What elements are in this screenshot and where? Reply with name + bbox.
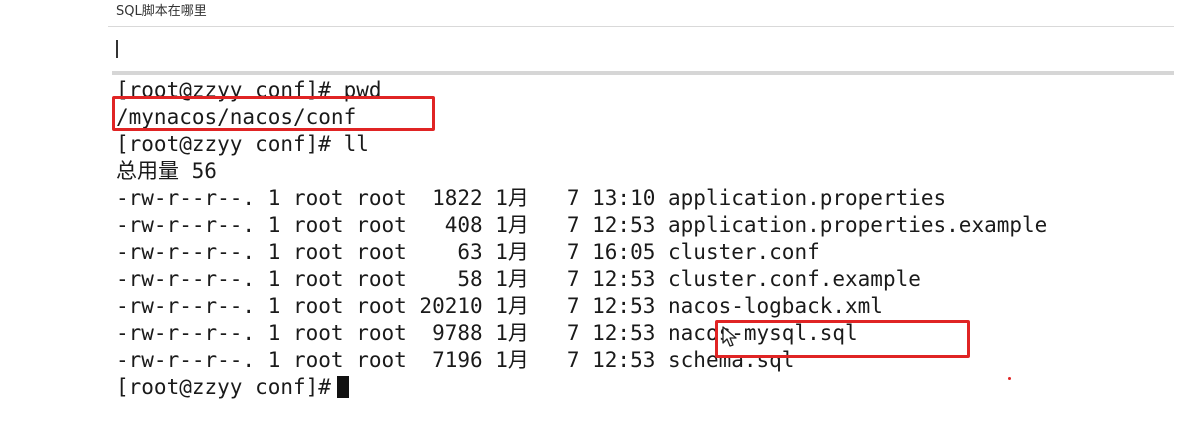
terminal-line-pwd-output: /mynacos/nacos/conf — [116, 105, 357, 129]
file-row-schema-sql: -rw-r--r--. 1 root root 7196 1月 7 12:53 … — [116, 348, 795, 372]
terminal-line-total: 总用量 56 — [116, 159, 217, 183]
terminal-prompt-line[interactable]: [root@zzyy conf]# — [116, 374, 349, 401]
terminal-line-pwd-command: [root@zzyy conf]# pwd — [116, 78, 382, 102]
terminal-cursor — [336, 376, 349, 398]
file-row-nacos-logback: -rw-r--r--. 1 root root 20210 1月 7 12:53… — [116, 294, 883, 318]
page-title: SQL脚本在哪里 — [116, 4, 207, 19]
header-divider — [108, 26, 1174, 27]
mouse-pointer-icon — [722, 326, 737, 347]
terminal-line-ll-command: [root@zzyy conf]# ll — [116, 132, 369, 156]
file-row-application-properties: -rw-r--r--. 1 root root 1822 1月 7 13:10 … — [116, 186, 947, 210]
header-bar: SQL脚本在哪里 — [0, 0, 1190, 28]
file-row-cluster-conf: -rw-r--r--. 1 root root 63 1月 7 16:05 cl… — [116, 240, 820, 264]
terminal-prompt: [root@zzyy conf]# — [116, 375, 331, 399]
file-row-nacos-mysql-sql: -rw-r--r--. 1 root root 9788 1月 7 12:53 … — [116, 321, 858, 345]
file-row-cluster-conf-example: -rw-r--r--. 1 root root 58 1月 7 12:53 cl… — [116, 267, 921, 291]
file-row-application-properties-example: -rw-r--r--. 1 root root 408 1月 7 12:53 a… — [116, 213, 1048, 237]
text-caret — [116, 40, 118, 58]
red-annotation-dot — [1008, 377, 1011, 380]
terminal-window[interactable]: [root@zzyy conf]# pwd /mynacos/nacos/con… — [112, 75, 1174, 420]
